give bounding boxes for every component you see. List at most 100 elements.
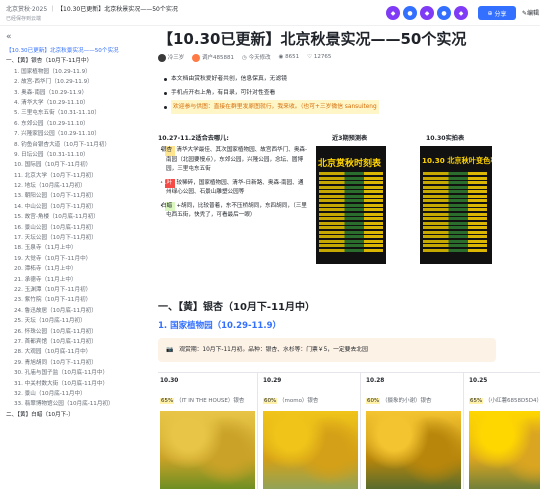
gallery-column: 10.30 65% （IT IN THE HOUSE）银杏 bbox=[158, 373, 258, 489]
bullet-icon bbox=[164, 105, 167, 109]
toc-item[interactable]: 30. 孔庙与国子监（10月底-11月中） bbox=[0, 368, 140, 378]
document-body: 【10.30已更新】北京秋景实况——50个实况 冷三岁 调户485881 ◷ 今… bbox=[150, 26, 540, 489]
subsection-heading: 1. 国家植物园（10.29-11.9） bbox=[158, 321, 281, 331]
collapse-toc-icon[interactable]: « bbox=[6, 32, 12, 42]
callout-text: 观赏期：10月下-11月初。品种：银杏、水杉等：门票￥5，一定要去北园 bbox=[179, 347, 368, 353]
toc-item[interactable]: 15. 故宫-角楼（10月底-11月初） bbox=[0, 212, 140, 222]
photo-date: 10.30 bbox=[160, 378, 179, 384]
bullet-icon bbox=[164, 77, 167, 81]
toc-item[interactable]: 14. 中山公园（10月下-11月初） bbox=[0, 202, 140, 212]
table-row: • 银杏 清华大学最佳、其次国家植物园、故宫西华门、奥森-南园（北园要慢点），东… bbox=[158, 146, 308, 175]
breadcrumb-current[interactable]: 【10.30已更新】北京秋景实况——50个实况 bbox=[57, 6, 178, 13]
share-button[interactable]: ⊕ 分享 bbox=[478, 6, 516, 20]
toc-item[interactable]: 26. 怀珠公园（10月底-11月初） bbox=[0, 327, 140, 337]
globe-icon: ⊕ bbox=[487, 9, 493, 17]
color-rate: 65% bbox=[160, 398, 175, 404]
modified-text: 今天修改 bbox=[248, 55, 271, 62]
edit-button[interactable]: ✎编辑 bbox=[522, 8, 539, 17]
collaborator-avatars[interactable]: ◆ ● ◆ ● ◆ bbox=[386, 6, 468, 20]
toc-item-active[interactable]: 【10.30已更新】北京秋景实况——50个实况 bbox=[0, 46, 140, 56]
toc-item[interactable]: 20. 潭柘寺（11月上中） bbox=[0, 264, 140, 274]
modified-info: ◷ 今天修改 bbox=[242, 53, 271, 61]
caption-text: （小红薯6858D5D4）银杏 bbox=[484, 398, 540, 404]
table-header: 10.27-11.2适合去哪儿: bbox=[158, 135, 229, 142]
avatar[interactable]: ◆ bbox=[454, 6, 468, 20]
toc-item[interactable]: 12. 地坛（10月底-11月初） bbox=[0, 181, 140, 191]
toc-item[interactable]: 21. 承德寺（11月上中） bbox=[0, 275, 140, 285]
author[interactable]: 冷三岁 bbox=[158, 53, 184, 62]
org[interactable]: 调户485881 bbox=[192, 53, 234, 62]
toc-item[interactable]: 28. 大观园（10月底-11月中） bbox=[0, 347, 140, 357]
toc-item[interactable]: 23. 紫竹院（10月下-11月初） bbox=[0, 295, 140, 305]
toc-item[interactable]: 1. 国家植物园（10.29-11.9） bbox=[0, 67, 140, 77]
toc-item[interactable]: 33. 翡翠博物馆公园（10月底-11月初） bbox=[0, 399, 140, 409]
live-poster[interactable]: 10.30 北京秋叶变色率 bbox=[420, 146, 492, 264]
recommend-table: 10.27-11.2适合去哪儿: 近3期预测表 10.30实拍表 • 银杏 清华… bbox=[158, 132, 506, 287]
toc-item[interactable]: 24. 鲁迅故居（10月底-11月初） bbox=[0, 306, 140, 316]
color-rate: 60% bbox=[366, 398, 381, 404]
ginkgo-photo[interactable] bbox=[160, 411, 255, 489]
table-row: • 白蜡 +胡同，比较普着，东不压桥胡同，东四胡同，（三里屯西五街，快秃了，可看… bbox=[158, 201, 308, 221]
toc-item[interactable]: 13. 朝阳公园（10月下-11月初） bbox=[0, 191, 140, 201]
gallery-column: 10.25 65% （小红薯6858D5D4）银杏 bbox=[467, 373, 540, 489]
photo-date: 10.29 bbox=[263, 378, 282, 384]
toc-item[interactable]: 7. 兴隆家园公园（10.29-11.10） bbox=[0, 129, 140, 139]
toc-item[interactable]: 二、【黄】白蜡（10月下-） bbox=[0, 410, 140, 420]
ginkgo-photo[interactable] bbox=[469, 411, 540, 489]
poster-title: 10.30 北京秋叶变色率 bbox=[422, 156, 492, 165]
like-icon: ♡ bbox=[307, 54, 313, 61]
camera-icon: 📷 bbox=[166, 347, 174, 353]
gallery-column: 10.28 60% （摄象的小谢）银杏 bbox=[364, 373, 464, 489]
highlight-text: 欢迎参与供图：直接在群里发原图就行，我来收。（也可+三岁微信 sansuiten… bbox=[171, 100, 379, 114]
toc-item[interactable]: 32. 景山（10月底-11月中） bbox=[0, 389, 140, 399]
toc-item[interactable]: 11. 北京大学（10月下-11月初） bbox=[0, 171, 140, 181]
toc-item[interactable]: 8. 钓鱼台银杏大道（10月下-11月初） bbox=[0, 140, 140, 150]
table-header: 近3期预测表 bbox=[332, 135, 368, 142]
avatar[interactable]: ● bbox=[437, 6, 451, 20]
toc-item[interactable]: 2. 故宫-西华门（10.29-11.9） bbox=[0, 77, 140, 87]
breadcrumb-root[interactable]: 北京赏秋·2025 bbox=[6, 6, 47, 13]
bullet-text: 手机点开右上角，有目录，可针对性查看 bbox=[171, 90, 276, 96]
table-cell: • 银杏 清华大学最佳、其次国家植物园、故宫西华门、奥森-南园（北园要慢点），东… bbox=[158, 146, 308, 225]
toc-item[interactable]: 22. 玉渊潭（10月下-11月初） bbox=[0, 285, 140, 295]
list-item: 手机点开右上角，有目录，可针对性查看 bbox=[164, 86, 379, 100]
caption-text: （摄象的小谢）银杏 bbox=[381, 398, 432, 404]
author-name: 冷三岁 bbox=[167, 55, 185, 61]
avatar bbox=[158, 53, 166, 62]
clock-icon: ◷ bbox=[242, 55, 247, 62]
toc-item[interactable]: 一、【黄】银杏（10月下-11月中） bbox=[0, 56, 140, 66]
caption-text: （IT IN THE HOUSE）银杏 bbox=[175, 398, 245, 404]
toc-item[interactable]: 29. 青旭胡同（10月下-11月初） bbox=[0, 358, 140, 368]
toc-item[interactable]: 4. 清华大学（10.29-11.10） bbox=[0, 98, 140, 108]
toc-item[interactable]: 31. 中关村数大街（10月底-11月中） bbox=[0, 379, 140, 389]
bullet-text: 本文档由赏秋爱好者共创，信息保真，无滤镜 bbox=[171, 76, 287, 82]
toc-item[interactable]: 5. 三里屯东五街（10.31-11.10） bbox=[0, 108, 140, 118]
table-row: • 红叶 较稀碎，国家植物园、清华-日新路、奥森-南园、通州绿心公园、石景山雕塑… bbox=[158, 178, 308, 198]
save-status: 已经保存到云端 bbox=[6, 16, 42, 22]
eye-icon: ◉ bbox=[278, 54, 284, 61]
category-tag: 银杏 bbox=[161, 146, 175, 156]
section-heading: 一、【黄】银杏（10月下-11月中） bbox=[158, 302, 315, 313]
avatar[interactable]: ◆ bbox=[386, 6, 400, 20]
avatar[interactable]: ◆ bbox=[420, 6, 434, 20]
photo-caption: 65% （IT IN THE HOUSE）银杏 bbox=[160, 396, 244, 404]
toc-item[interactable]: 6. 东郊公园（10.29-11.10） bbox=[0, 119, 140, 129]
toc-item[interactable]: 27. 首都宾馆（10月底-11月初） bbox=[0, 337, 140, 347]
avatar[interactable]: ● bbox=[403, 6, 417, 20]
toc-item[interactable]: 3. 奥森-南园（10.29-11.9） bbox=[0, 88, 140, 98]
photo-date: 10.28 bbox=[366, 378, 385, 384]
intro-bullets: 本文档由赏秋爱好者共创，信息保真，无滤镜 手机点开右上角，有目录，可针对性查看 … bbox=[164, 72, 379, 114]
toc-item[interactable]: 17. 天坛公园（10月下-11月初） bbox=[0, 233, 140, 243]
likes-value: 12765 bbox=[313, 54, 332, 61]
ginkgo-photo[interactable] bbox=[366, 411, 461, 489]
table-of-contents: « 【10.30已更新】北京秋景实况——50个实况 一、【黄】银杏（10月下-1… bbox=[0, 26, 140, 489]
toc-item[interactable]: 19. 大觉寺（10月下-11月中） bbox=[0, 254, 140, 264]
toc-item[interactable]: 10. 国际园（10月下-11月初） bbox=[0, 160, 140, 170]
breadcrumb: 北京赏秋·2025 ｜ 【10.30已更新】北京秋景实况——50个实况 bbox=[6, 4, 178, 13]
toc-item[interactable]: 25. 天坛（10月底-11月初） bbox=[0, 316, 140, 326]
toc-item[interactable]: 16. 景山公园（10月底-11月初） bbox=[0, 223, 140, 233]
ginkgo-photo[interactable] bbox=[263, 411, 358, 489]
toc-item[interactable]: 18. 玉泉寺（11月上中） bbox=[0, 243, 140, 253]
forecast-poster[interactable]: 北京赏秋时刻表 bbox=[316, 146, 386, 264]
toc-item[interactable]: 9. 日坛公园（10.31-11.10） bbox=[0, 150, 140, 160]
